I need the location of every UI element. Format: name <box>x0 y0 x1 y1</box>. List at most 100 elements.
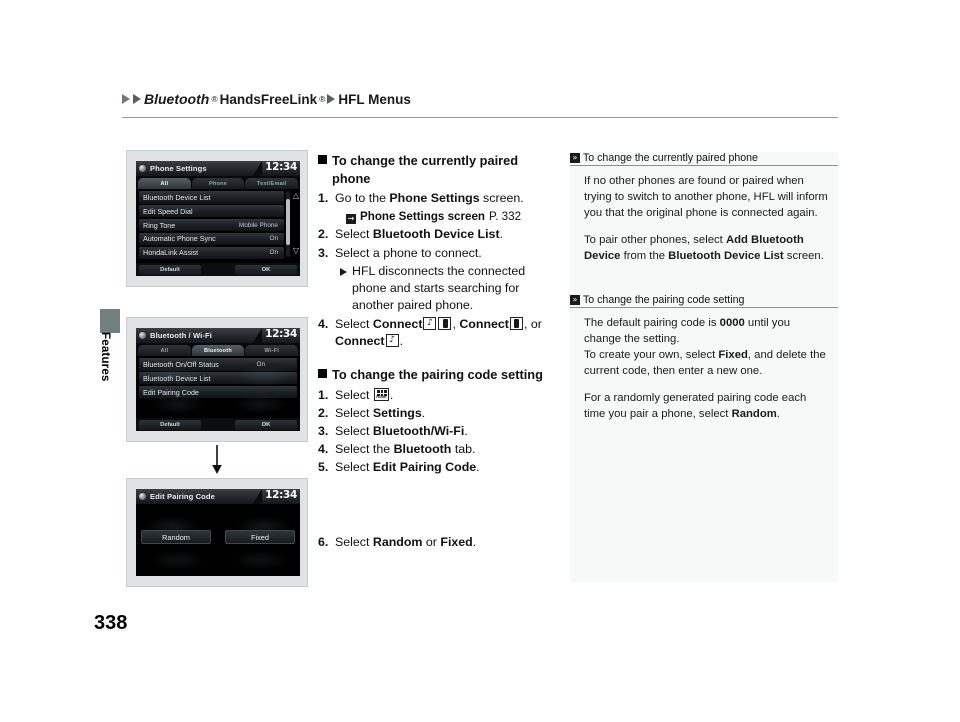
status-dot-icon <box>139 332 146 339</box>
chapter-tab-marker <box>100 309 120 333</box>
step-4: 4. Select Connect ♪, Connect, or Connect ♪. <box>318 316 556 350</box>
sidebar-paragraph-2: To pair other phones, select Add Bluetoo… <box>584 232 828 264</box>
device-title: Edit Pairing Code <box>150 492 215 501</box>
step-end: . <box>399 334 404 349</box>
pc-step-3: 3. Select Bluetooth/Wi-Fi. <box>318 423 556 440</box>
step-post: . <box>421 405 426 420</box>
step-pre: Select <box>335 387 373 402</box>
breadcrumb: Bluetooth ® HandsFreeLink ® HFL Menus <box>122 88 838 110</box>
fixed-button[interactable]: Fixed <box>225 530 295 544</box>
breadcrumb-hfl-menus: HFL Menus <box>338 91 411 107</box>
step-bold: Edit Pairing Code <box>372 460 477 475</box>
step-text: Select Random or Fixed. <box>335 534 556 551</box>
cross-reference[interactable]: ⇝ Phone Settings screen P. 332 <box>346 209 556 225</box>
step-mid: or <box>422 535 441 550</box>
list-item[interactable]: Bluetooth On/Off Status On <box>139 358 297 371</box>
list-item-label: Bluetooth Device List <box>143 192 211 202</box>
tab-bluetooth[interactable]: Bluetooth <box>191 345 245 356</box>
step-post: . <box>476 460 480 475</box>
bullet-square-icon-2 <box>318 369 327 379</box>
scrollbar[interactable] <box>286 191 290 257</box>
step-text: Select Settings. <box>335 405 556 422</box>
step-bold: Bluetooth/Wi-Fi <box>372 424 465 439</box>
default-button[interactable]: Default <box>139 264 201 275</box>
step-pre: Go to the <box>335 191 390 206</box>
random-button[interactable]: Random <box>141 530 211 544</box>
step-text: Select Edit Pairing Code. <box>335 459 556 476</box>
device-screen-phone-settings: Phone Settings 12:34 All Phone Text/Emai… <box>136 161 300 276</box>
connect-label-3: Connect <box>335 334 385 349</box>
ok-button[interactable]: OK <box>235 264 297 275</box>
pc-step-5: 5. Select Edit Pairing Code. <box>318 459 556 476</box>
phone-icon <box>438 316 452 330</box>
scrollbar-thumb[interactable] <box>286 199 290 245</box>
list-item[interactable]: Ring Tone Mobile Phone <box>139 218 284 232</box>
step-post: tab. <box>451 442 476 457</box>
xref-page: P. 332 <box>489 210 522 224</box>
list-item-label: HondaLink Assist <box>143 248 199 258</box>
step-number: 1. <box>318 191 329 206</box>
step-text: Select HOME. <box>335 387 556 404</box>
status-dot-icon <box>139 165 146 172</box>
sidebar-filler <box>570 432 838 583</box>
sidebar-paragraph-3: The default pairing code is 0000 until y… <box>584 315 828 347</box>
step-post: . <box>464 424 468 439</box>
page-link-icon: ⇝ <box>346 214 356 225</box>
para-bold-2: Bluetooth Device List <box>668 250 784 263</box>
note-marker-icon: » <box>570 153 580 163</box>
tab-phone[interactable]: Phone <box>191 178 245 189</box>
step-text: Select a phone to connect. <box>335 245 482 260</box>
step-bold-fixed: Fixed <box>440 535 473 550</box>
sidebar-body-2: The default pairing code is 0000 until y… <box>570 308 838 432</box>
tab-wifi[interactable]: Wi-Fi <box>245 345 299 356</box>
device-screen-bluetooth-wifi: Bluetooth / Wi-Fi 12:34 All Bluetooth Wi… <box>136 328 300 431</box>
screenshot-frame-phone-settings: Phone Settings 12:34 All Phone Text/Emai… <box>126 150 308 287</box>
breadcrumb-handsfreelink: HandsFreeLink <box>219 91 318 107</box>
music-note-icon: ♪ <box>423 316 437 330</box>
breadcrumb-arrow-icon <box>122 94 130 104</box>
list-item[interactable]: Edit Pairing Code <box>139 385 297 399</box>
step-text: Select Connect ♪, Connect, or Connect ♪. <box>335 316 556 350</box>
para-bold-0000: 0000 <box>719 317 745 330</box>
sidebar-paragraph: If no other phones are found or paired w… <box>584 175 828 220</box>
step-post: . <box>389 387 394 402</box>
illustration-column: Phone Settings 12:34 All Phone Text/Emai… <box>126 150 308 587</box>
ok-button[interactable]: OK <box>235 419 297 430</box>
step-number: 6. <box>318 535 329 550</box>
chevron-up-icon[interactable]: △ <box>293 192 299 200</box>
step-number: 4. <box>318 316 329 331</box>
clock-wedge <box>253 328 262 343</box>
list-item[interactable]: Automatic Phone Sync On <box>139 232 284 246</box>
step-text: Go to the Phone Settings screen. <box>335 190 556 207</box>
device-titlebar: Edit Pairing Code 12:34 <box>136 489 300 504</box>
list-item-value: On <box>256 360 265 368</box>
list-item[interactable]: Edit Speed Dial <box>139 204 284 218</box>
device-choice-area: Random Fixed <box>136 504 300 576</box>
step-number: 1. <box>318 387 329 402</box>
device-title: Phone Settings <box>150 164 207 173</box>
step-text: Select the Bluetooth tab. <box>335 441 556 458</box>
tab-all[interactable]: All <box>138 345 191 356</box>
sidebar-paragraph-5: For a randomly generated pairing code ea… <box>584 390 828 422</box>
chapter-tab-label: Features <box>99 332 111 382</box>
sidebar-spacer <box>570 274 838 295</box>
connect-label-2: Connect <box>459 316 509 331</box>
step-bold: Bluetooth Device List <box>372 227 500 242</box>
list-item[interactable]: Bluetooth Device List <box>139 191 284 204</box>
chevron-down-icon[interactable]: ▽ <box>293 247 299 255</box>
sidebar-heading-text-2: To change the pairing code setting <box>583 294 745 307</box>
step-pre: Select the <box>335 442 394 457</box>
device-list: Bluetooth Device List Edit Speed Dial Ri… <box>136 189 300 263</box>
registered-mark-2: ® <box>319 94 326 104</box>
tab-text-email[interactable]: Text/Email <box>245 178 299 189</box>
step-pre: Select <box>335 460 373 475</box>
phone-icon-2 <box>509 316 523 330</box>
step-text: Select Bluetooth Device List. <box>335 226 556 243</box>
status-dot-icon <box>139 493 146 500</box>
list-item[interactable]: Bluetooth Device List <box>139 371 297 385</box>
list-item[interactable]: HondaLink Assist On <box>139 246 284 260</box>
separator-2: , or <box>523 316 542 331</box>
tab-all[interactable]: All <box>138 178 191 189</box>
list-item-label: Edit Speed Dial <box>143 206 193 216</box>
default-button[interactable]: Default <box>139 419 201 430</box>
